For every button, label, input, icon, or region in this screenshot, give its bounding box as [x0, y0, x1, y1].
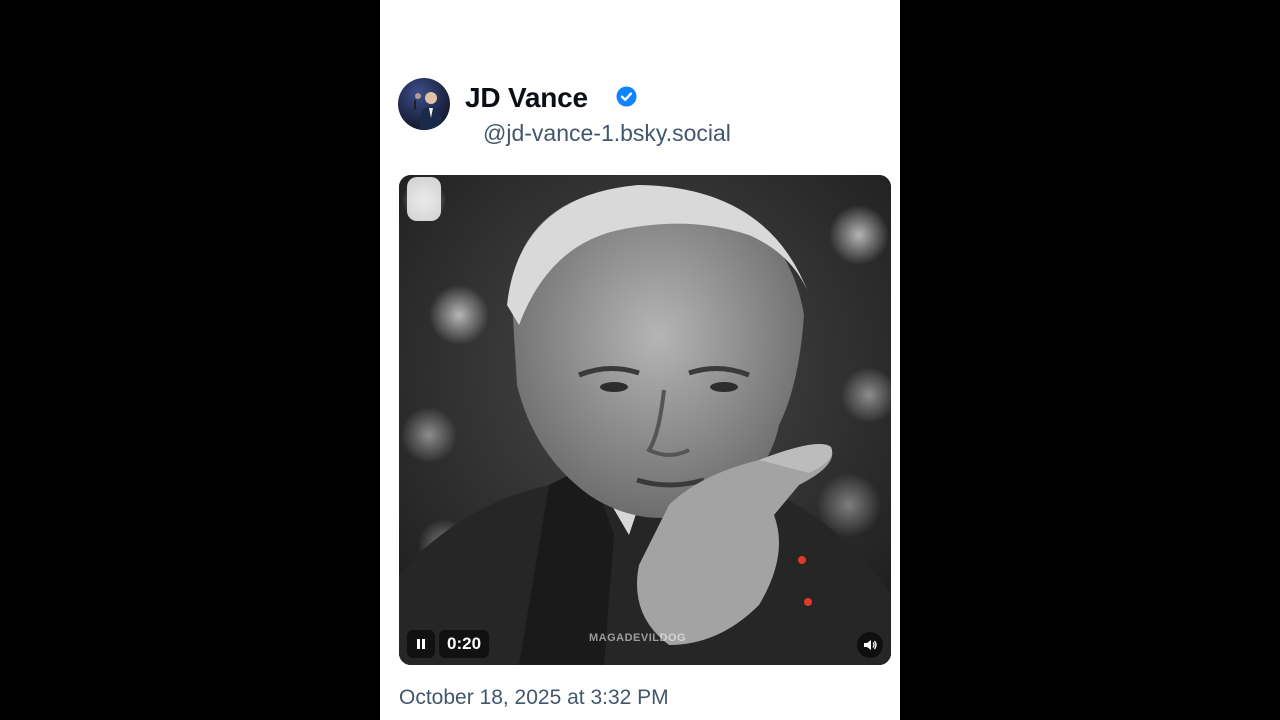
pause-icon: [417, 639, 425, 649]
volume-icon: [864, 640, 877, 650]
post-card: JD Vance @jd-vance-1.bsky.social 0:20 MA…: [380, 0, 900, 720]
video-frame: [399, 175, 891, 665]
post-timestamp[interactable]: October 18, 2025 at 3:32 PM: [399, 686, 669, 710]
author-handle[interactable]: @jd-vance-1.bsky.social: [483, 118, 731, 148]
video-elapsed-time: 0:20: [439, 630, 490, 658]
author-display-name[interactable]: JD Vance: [465, 80, 588, 116]
verified-check-icon: [616, 86, 637, 107]
video-player[interactable]: 0:20 MAGADEVILDOG: [399, 175, 891, 665]
pause-button[interactable]: [407, 630, 435, 658]
author-avatar[interactable]: [398, 78, 450, 130]
video-watermark: MAGADEVILDOG: [589, 632, 687, 644]
volume-button[interactable]: [857, 632, 883, 658]
post-author: JD Vance @jd-vance-1.bsky.social: [398, 78, 878, 150]
